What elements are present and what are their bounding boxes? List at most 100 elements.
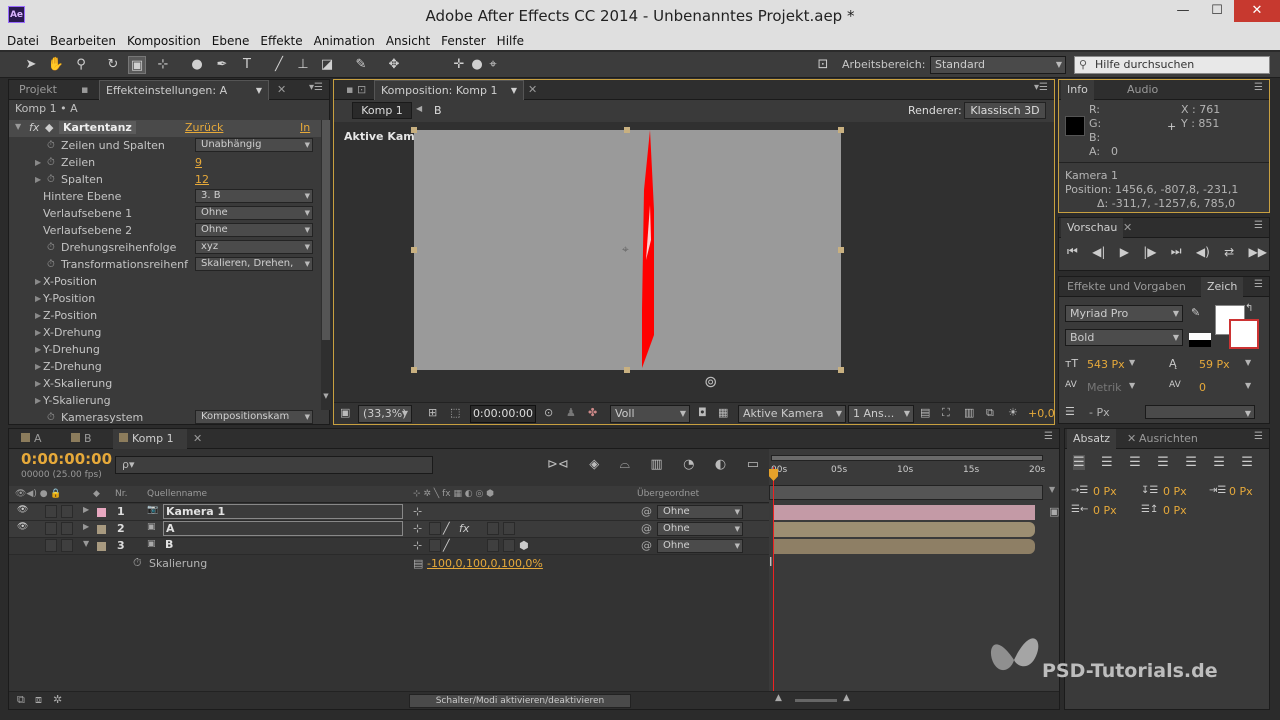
anchor-point-icon[interactable]: ⌖ [622,242,629,257]
bbox-handle[interactable] [838,247,844,253]
layer-switch-box[interactable] [487,539,499,552]
about-link[interactable]: In [300,121,310,134]
twirl-closed-icon[interactable]: ▶ [35,307,41,324]
indent-first-value[interactable]: 0 Px [1229,485,1253,498]
align-center-icon[interactable]: ☰ [1101,455,1113,470]
layer-row[interactable]: 👁 ▶ 1 📷 Kamera 1 ⊹ @ Ohne [9,504,769,521]
tab-close-icon[interactable]: ✕ [271,80,292,100]
justify-right-icon[interactable]: ☰ [1213,455,1225,470]
mask-visibility-icon[interactable]: ⬚ [450,406,460,419]
layer-switch-box[interactable] [429,522,441,535]
effect-property-dropdown[interactable]: Unabhängig [195,138,313,152]
first-frame-icon[interactable]: ⏮ [1067,244,1078,259]
parent-dropdown[interactable]: Ohne [657,522,743,536]
effect-property-row[interactable]: ▶ Y-Drehung [9,341,321,358]
clone-stamp-tool-icon[interactable]: ⊥ [294,56,312,74]
indent-left-value[interactable]: 0 Px [1093,485,1117,498]
menu-ebene[interactable]: Ebene [212,32,250,50]
scroll-down-icon[interactable]: ▼ [321,392,331,400]
safe-margins-icon[interactable]: ⊞ [428,406,437,419]
chevron-down-icon[interactable]: ▼ [1245,381,1251,390]
bbox-handle[interactable] [838,367,844,373]
zoom-tool-icon[interactable]: ⚲ [72,56,90,74]
brush-tool-icon[interactable]: ╱ [270,56,288,74]
help-search-input[interactable]: ⚲ Hilfe durchsuchen [1074,56,1270,74]
stopwatch-icon[interactable]: ⏱ [47,239,55,256]
zoom-out-icon[interactable]: ▲ [775,693,782,703]
effect-property-row[interactable]: ⏱ Zeilen und Spalten Unabhängig [9,137,321,154]
justify-all-icon[interactable]: ☰ [1241,455,1253,470]
layer-bar-b[interactable] [773,539,1035,554]
stopwatch-icon[interactable]: ⏱ [47,409,55,426]
roto-brush-tool-icon[interactable]: ✎ [352,56,370,74]
parent-dropdown[interactable]: Ohne [657,539,743,553]
effect-property-dropdown[interactable]: Skalieren, Drehen, [195,257,313,271]
twirl-icon[interactable]: ▶ [83,522,89,531]
solo-toggle[interactable] [45,539,57,552]
layer-switch-shy-icon[interactable]: ⊹ [413,539,422,552]
effect-property-row[interactable]: Hintere Ebene 3. B [9,188,321,205]
effect-property-row[interactable]: ▶ Z-Position [9,307,321,324]
puppet-tool-icon[interactable]: ✥ [385,56,403,74]
expand-stretch-icon[interactable]: ✲ [53,693,62,706]
twirl-closed-icon[interactable]: ▶ [35,171,41,188]
pen-tool-icon[interactable]: ✒ [213,56,231,74]
swap-fill-stroke-icon[interactable]: ↰ [1245,303,1253,314]
exposure-reset-icon[interactable]: ☀ [1008,406,1018,419]
hand-tool-icon[interactable]: ✋ [47,56,65,74]
panel-menu-icon[interactable]: ☰ [1044,431,1053,442]
tab-comp-a[interactable]: A [15,429,48,449]
twirl-closed-icon[interactable]: ▶ [35,341,41,358]
effect-scrollbar[interactable]: ▼ [321,120,331,410]
text-tool-icon[interactable]: T [238,56,256,74]
leading-value[interactable]: 59 Px [1199,358,1230,371]
visibility-eye-icon[interactable]: 👁 [17,522,28,532]
chevron-down-icon[interactable]: ▼ [1245,358,1251,367]
label-color-swatch[interactable] [97,542,106,551]
effect-property-dropdown[interactable]: Ohne [195,206,313,220]
timeline-current-time[interactable]: 0:00:00:00 [21,450,112,468]
ellipse-tool-icon[interactable]: ● [188,56,206,74]
twirl-closed-icon[interactable]: ▶ [35,375,41,392]
effect-property-row[interactable]: ⏱ Transformationsreihenf Skalieren, Drehen… [9,256,321,273]
stroke-order-dropdown[interactable] [1145,405,1255,422]
twirl-closed-icon[interactable]: ▶ [35,392,41,409]
layer-breadcrumb[interactable]: B [434,104,442,117]
tab-close-icon[interactable]: ✕ [187,429,208,449]
twirl-closed-icon[interactable]: ▶ [35,154,41,171]
tab-align[interactable]: Ausrichten [1133,429,1204,449]
effect-property-row[interactable]: Verlaufsebene 2 Ohne [9,222,321,239]
layer-name[interactable]: Kamera 1 [163,504,403,519]
tab-effects-presets[interactable]: Effekte und Vorgaben [1061,277,1192,297]
timeline-zoom-slider[interactable] [795,699,837,702]
effect-property-row[interactable]: Verlaufsebene 1 Ohne [9,205,321,222]
last-frame-icon[interactable]: ⏭ [1171,244,1182,259]
effect-property-dropdown[interactable]: xyz [195,240,313,254]
graph-editor-icon[interactable]: ◐ [715,457,726,472]
label-color-swatch[interactable] [97,508,106,517]
tab-comp-1[interactable]: Komp 1 [113,429,187,449]
panel-menu-icon[interactable]: ☰ [1254,279,1263,290]
menu-animation[interactable]: Animation [314,32,375,50]
renderer-button[interactable]: Klassisch 3D [964,102,1046,119]
panel-menu-icon[interactable]: ☰ [1254,220,1263,231]
play-icon[interactable]: ▶ [1120,245,1129,259]
workspace-dropdown[interactable]: Standard [930,56,1066,74]
tab-close-icon[interactable]: ✕ [1117,218,1138,238]
layer-switch-box[interactable] [503,539,515,552]
tab-paragraph[interactable]: Absatz [1067,429,1117,449]
stopwatch-icon[interactable]: ⏱ [47,154,55,171]
ram-preview-icon[interactable]: ▶▶ [1248,245,1266,259]
font-family-dropdown[interactable]: Myriad Pro [1065,305,1183,322]
show-snapshot-icon[interactable]: ♟ [566,406,576,419]
expand-switches-icon[interactable]: ⧉ [17,693,25,707]
lock-icon[interactable]: ▪ [81,80,93,100]
exposure-value[interactable]: +0,0 [1028,407,1055,420]
transparency-grid-icon[interactable]: ▦ [718,406,728,419]
effect-property-row[interactable]: ⏱ Kamerasystem Kompositionskam [9,409,321,426]
maximize-button[interactable]: ☐ [1200,0,1234,22]
twirl-icon[interactable]: ▶ [83,505,89,514]
panel-menu-icon[interactable]: ☰ [1254,431,1263,442]
selection-tool-icon[interactable]: ➤ [22,56,40,74]
previous-frame-icon[interactable]: ◀| [1092,245,1105,259]
